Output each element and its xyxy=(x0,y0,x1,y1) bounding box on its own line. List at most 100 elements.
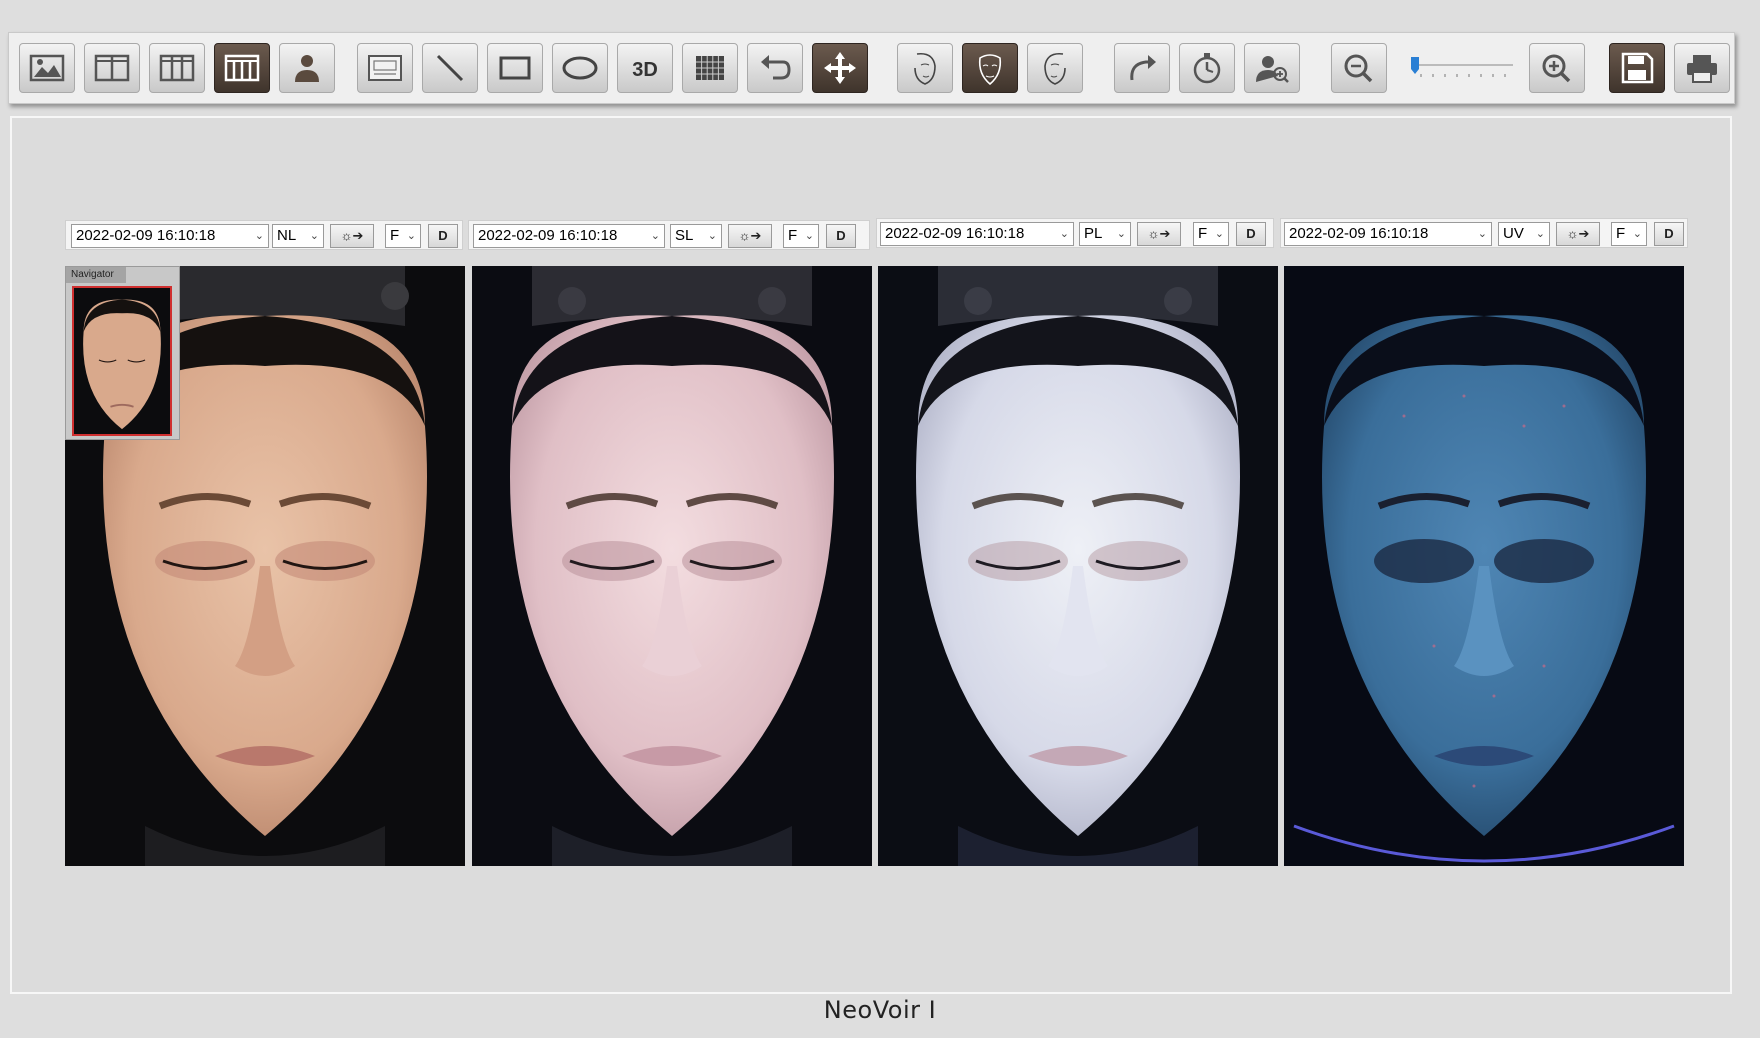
light-mode-value: SL xyxy=(675,227,694,244)
rectangle-tool-icon xyxy=(499,56,531,80)
move-button[interactable] xyxy=(812,43,868,93)
single-image-icon xyxy=(29,54,65,82)
datetime-value: 2022-02-09 16:10:18 xyxy=(885,225,1025,242)
line-tool-icon xyxy=(436,54,464,82)
navigator-title: Navigator xyxy=(66,267,126,283)
face-front-button[interactable] xyxy=(962,43,1018,93)
undo-button[interactable] xyxy=(747,43,803,93)
datetime-select[interactable]: 2022-02-09 16:10:18 ⌄ xyxy=(473,224,665,248)
face-image-pl[interactable] xyxy=(878,266,1278,866)
side-value: F xyxy=(1198,225,1208,242)
zoom-slider[interactable] xyxy=(1407,55,1517,81)
side-select[interactable]: F ⌄ xyxy=(1611,222,1647,246)
datetime-select[interactable]: 2022-02-09 16:10:18 ⌄ xyxy=(880,222,1074,246)
light-arrow-icon: ☼➔ xyxy=(1566,226,1590,241)
save-button[interactable] xyxy=(1609,43,1665,93)
ellipse-tool-button[interactable] xyxy=(552,43,608,93)
light-mode-value: PL xyxy=(1084,225,1103,242)
datetime-value: 2022-02-09 16:10:18 xyxy=(1289,225,1429,242)
side-select[interactable]: F ⌄ xyxy=(783,224,819,248)
d-label: D xyxy=(1664,226,1674,241)
chevron-down-icon: ⌄ xyxy=(1116,228,1126,240)
three-panel-icon xyxy=(159,54,195,82)
print-icon xyxy=(1687,55,1717,83)
light-arrow-icon: ☼➔ xyxy=(738,228,762,243)
zoom-in-icon xyxy=(1542,54,1571,83)
face-image-uv[interactable] xyxy=(1284,266,1684,866)
single-image-button[interactable] xyxy=(19,43,75,93)
side-value: F xyxy=(788,227,798,244)
datetime-value: 2022-02-09 16:10:18 xyxy=(76,227,216,244)
brand-label: NeoVoir I xyxy=(823,996,937,1024)
save-icon xyxy=(1621,52,1654,84)
zoom-out-icon xyxy=(1344,54,1373,83)
navigator-panel[interactable]: Navigator xyxy=(65,266,180,440)
face-left-button[interactable] xyxy=(897,43,953,93)
print-button[interactable] xyxy=(1674,43,1730,93)
d-label: D xyxy=(438,228,448,243)
light-arrow-icon: ☼➔ xyxy=(340,228,364,243)
chevron-down-icon: ⌄ xyxy=(309,230,319,242)
zoom-out-button[interactable] xyxy=(1331,43,1387,93)
face-right-icon xyxy=(1044,52,1066,85)
side-select[interactable]: F ⌄ xyxy=(1193,222,1229,246)
light-mode-select[interactable]: SL ⌄ xyxy=(670,224,722,248)
line-tool-button[interactable] xyxy=(422,43,478,93)
zoom-slider-thumb[interactable] xyxy=(1411,57,1419,74)
light-toggle-button[interactable]: ☼➔ xyxy=(1556,222,1600,246)
light-mode-value: NL xyxy=(277,227,297,244)
two-panel-icon xyxy=(94,54,130,82)
d-label: D xyxy=(1246,226,1256,241)
grid-button[interactable] xyxy=(682,43,738,93)
text-annotation-button[interactable] xyxy=(357,43,413,93)
face-zoom-button[interactable] xyxy=(1244,43,1300,93)
d-button[interactable]: D xyxy=(1654,222,1684,246)
four-panel-button[interactable] xyxy=(214,43,270,93)
face-image-sl[interactable] xyxy=(472,266,872,866)
datetime-select[interactable]: 2022-02-09 16:10:18 ⌄ xyxy=(1284,222,1492,246)
d-button[interactable]: D xyxy=(428,224,458,248)
chevron-down-icon: ⌄ xyxy=(707,230,717,242)
face-zoom-icon xyxy=(1256,56,1289,83)
three-panel-button[interactable] xyxy=(149,43,205,93)
light-toggle-button[interactable]: ☼➔ xyxy=(330,224,374,248)
four-panel-icon xyxy=(224,54,260,82)
chevron-down-icon: ⌄ xyxy=(1632,228,1642,240)
light-arrow-icon: ☼➔ xyxy=(1147,226,1171,241)
undo-icon xyxy=(761,55,791,80)
side-select[interactable]: F ⌄ xyxy=(385,224,421,248)
chevron-down-icon: ⌄ xyxy=(804,230,814,242)
chevron-down-icon: ⌄ xyxy=(1477,228,1487,240)
d-button[interactable]: D xyxy=(826,224,856,248)
redo-button[interactable] xyxy=(1114,43,1170,93)
datetime-value: 2022-02-09 16:10:18 xyxy=(478,227,618,244)
zoom-in-button[interactable] xyxy=(1529,43,1585,93)
chevron-down-icon: ⌄ xyxy=(1214,228,1224,240)
light-mode-select[interactable]: NL ⌄ xyxy=(272,224,324,248)
person-button[interactable] xyxy=(279,43,335,93)
light-toggle-button[interactable]: ☼➔ xyxy=(1137,222,1181,246)
d-button[interactable]: D xyxy=(1236,222,1266,246)
chevron-down-icon: ⌄ xyxy=(1059,228,1069,240)
light-mode-select[interactable]: PL ⌄ xyxy=(1079,222,1131,246)
light-mode-value: UV xyxy=(1503,225,1524,242)
3d-view-icon: 3D xyxy=(632,59,658,81)
navigator-thumbnail[interactable] xyxy=(72,286,172,436)
text-annotation-icon xyxy=(368,55,402,81)
ellipse-tool-icon xyxy=(562,56,598,80)
grid-icon xyxy=(696,56,724,80)
redo-icon xyxy=(1130,55,1156,81)
d-label: D xyxy=(836,228,846,243)
rectangle-tool-button[interactable] xyxy=(487,43,543,93)
chevron-down-icon: ⌄ xyxy=(650,230,660,242)
face-right-button[interactable] xyxy=(1027,43,1083,93)
light-toggle-button[interactable]: ☼➔ xyxy=(728,224,772,248)
timer-button[interactable] xyxy=(1179,43,1235,93)
3d-label: 3D xyxy=(632,59,658,81)
move-icon xyxy=(824,52,856,84)
light-mode-select[interactable]: UV ⌄ xyxy=(1498,222,1550,246)
chevron-down-icon: ⌄ xyxy=(1535,228,1545,240)
two-panel-button[interactable] xyxy=(84,43,140,93)
datetime-select[interactable]: 2022-02-09 16:10:18 ⌄ xyxy=(71,224,269,248)
3d-view-button[interactable]: 3D xyxy=(617,43,673,93)
